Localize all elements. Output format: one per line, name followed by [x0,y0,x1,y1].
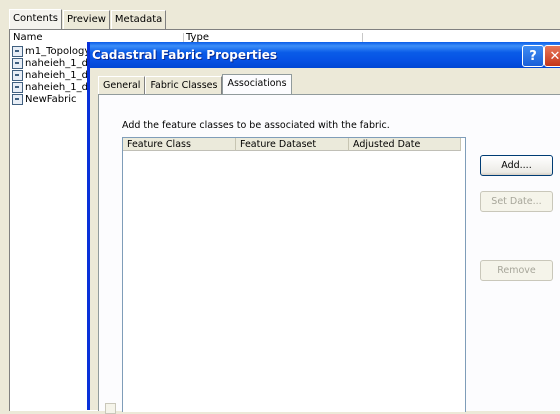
tab-general[interactable]: General [98,76,146,95]
dialog-tabs: General Fabric Classes Associations [98,74,292,96]
catalog-tabs: Contents Preview Metadata [9,9,167,30]
list-item-label: naheieh_1_dw [25,81,97,93]
list-item[interactable]: NewFabric [12,93,77,105]
tab-metadata[interactable]: Metadata [110,10,167,29]
column-header-name[interactable]: Name [13,33,43,43]
dialog-titlebar[interactable]: Cadastral Fabric Properties ? ✕ [90,42,560,68]
associations-tab-page: Add the feature classes to be associated… [98,94,560,412]
feature-class-icon [12,81,23,93]
feature-class-icon [12,69,23,81]
cadastral-fabric-properties-dialog: Cadastral Fabric Properties ? ✕ General … [87,42,560,414]
list-item[interactable]: m1_Topology [12,45,90,57]
list-item-label: naheieh_1_dw [25,57,97,69]
column-header-feature-dataset[interactable]: Feature Dataset [236,138,349,151]
column-header-feature-class[interactable]: Feature Class [123,138,236,151]
tab-fabric-classes[interactable]: Fabric Classes [145,76,223,95]
option-checkbox[interactable] [105,403,116,414]
list-item-label: naheieh_1_dw [25,69,97,81]
tab-preview[interactable]: Preview [62,10,110,29]
column-header-adjusted-date[interactable]: Adjusted Date [349,138,461,151]
topology-icon [12,45,23,57]
remove-button[interactable]: Remove [480,260,553,281]
tab-associations[interactable]: Associations [222,74,292,96]
help-icon: ? [529,48,537,64]
list-item[interactable]: naheieh_1_dw [12,57,96,69]
list-item[interactable]: naheieh_1_dw [12,81,96,93]
cadastral-fabric-icon [12,93,23,105]
list-header: Feature Class Feature Dataset Adjusted D… [123,138,465,152]
help-button[interactable]: ? [522,45,544,67]
feature-class-icon [12,57,23,69]
list-item-label: m1_Topology [25,45,91,57]
associations-list[interactable]: Feature Class Feature Dataset Adjusted D… [122,137,466,412]
close-icon: ✕ [549,48,560,64]
tab-contents[interactable]: Contents [9,9,62,30]
set-date-button[interactable]: Set Date... [480,191,553,212]
add-button[interactable]: Add.... [480,155,553,176]
list-item[interactable]: naheieh_1_dw [12,69,96,81]
close-button[interactable]: ✕ [544,45,560,67]
instruction-text: Add the feature classes to be associated… [122,120,390,131]
list-item-label: NewFabric [25,93,77,105]
dialog-title: Cadastral Fabric Properties [92,48,278,62]
